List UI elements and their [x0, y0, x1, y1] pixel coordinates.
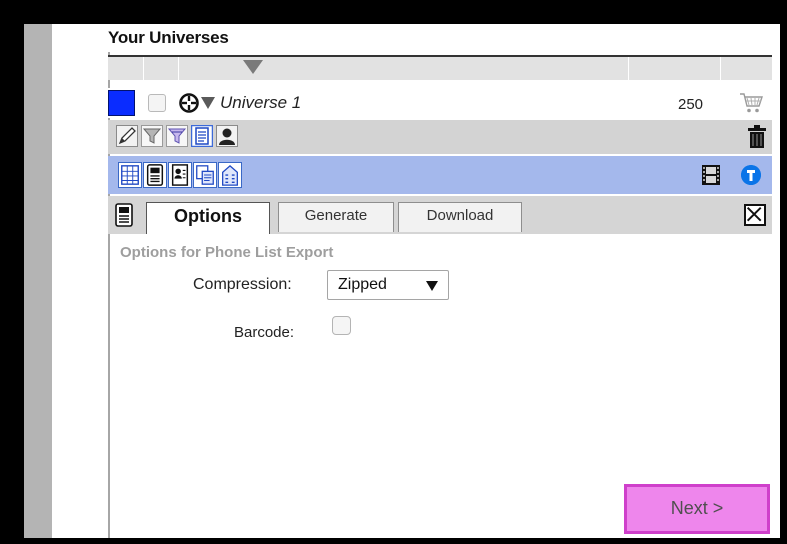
list-icon[interactable] [191, 125, 213, 147]
contact-export-icon[interactable] [168, 162, 192, 188]
phone-list-icon [115, 203, 133, 227]
next-button[interactable]: Next > [624, 484, 770, 534]
universe-color-swatch[interactable] [108, 90, 135, 116]
header-separator [720, 57, 721, 80]
tab-download[interactable]: Download [398, 202, 522, 232]
merge-export-icon[interactable] [193, 162, 217, 188]
universe-count: 250 [678, 96, 704, 113]
compression-value: Zipped [338, 276, 387, 293]
tab-options[interactable]: Options [146, 202, 270, 234]
film-icon[interactable] [701, 164, 721, 186]
universe-select-checkbox[interactable] [148, 94, 166, 112]
building-export-icon[interactable] [218, 162, 242, 188]
header-separator [143, 57, 144, 80]
cart-icon[interactable] [738, 91, 764, 115]
options-heading: Options for Phone List Export [120, 244, 334, 261]
phone-list-export-icon[interactable] [143, 162, 167, 188]
barcode-label: Barcode: [234, 324, 295, 341]
tab-generate[interactable]: Generate [278, 202, 394, 232]
advanced-filter-icon[interactable] [166, 125, 188, 147]
person-icon[interactable] [216, 125, 238, 147]
close-icon[interactable] [744, 204, 766, 226]
export-tab-bar: Options Generate Download [108, 196, 772, 234]
crosshair-icon[interactable] [178, 92, 200, 114]
export-format-bar [108, 156, 772, 194]
compression-label: Compression: [193, 276, 292, 293]
left-gutter [24, 24, 52, 538]
trash-icon[interactable] [746, 125, 768, 149]
chevron-down-icon [426, 281, 438, 291]
spreadsheet-export-icon[interactable] [118, 162, 142, 188]
universe-header-bar [108, 55, 772, 80]
compression-select[interactable]: Zipped [327, 270, 449, 300]
chevron-down-icon[interactable] [201, 97, 215, 109]
edit-icon[interactable] [116, 125, 138, 147]
window-frame: Your Universes Universe 1 250 Options Ge… [0, 0, 787, 544]
universe-row[interactable]: Universe 1 250 [108, 88, 772, 118]
header-separator [178, 57, 179, 80]
barcode-checkbox[interactable] [332, 316, 351, 335]
page-title: Your Universes [108, 28, 229, 47]
info-icon[interactable] [741, 165, 761, 185]
universe-name[interactable]: Universe 1 [220, 93, 301, 113]
universe-toolbar [108, 120, 772, 154]
sort-icon[interactable] [243, 60, 263, 74]
filter-icon[interactable] [141, 125, 163, 147]
header-separator [628, 57, 629, 80]
